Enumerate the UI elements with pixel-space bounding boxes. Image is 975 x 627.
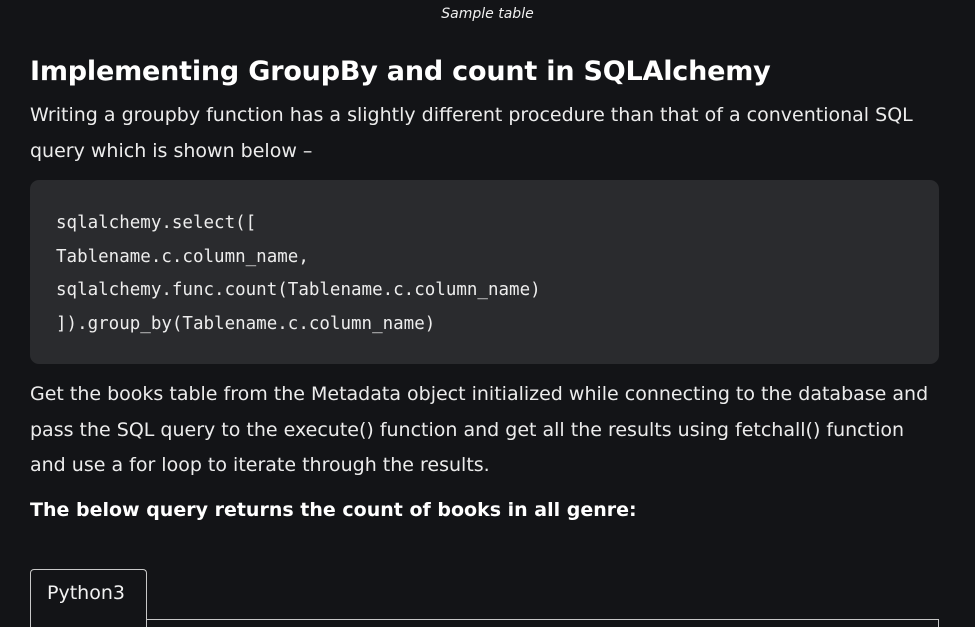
intro-paragraph: Writing a groupby function has a slightl…: [30, 104, 913, 162]
code-line: sqlalchemy.select([: [56, 213, 257, 233]
body-paragraph: Get the books table from the Metadata ob…: [30, 383, 929, 476]
table-caption: Sample table: [441, 6, 534, 22]
article-page: Sample table Implementing GroupBy and co…: [0, 0, 975, 627]
code-line: ]).group_by(Tablename.c.column_name): [56, 313, 436, 334]
section-heading: Implementing GroupBy and count in SQLAlc…: [30, 56, 771, 87]
tab-python3[interactable]: Python3: [30, 569, 147, 627]
code-block[interactable]: sqlalchemy.select([ Tablename.c.column_n…: [30, 180, 939, 364]
tab-panel-border: [30, 620, 31, 627]
tab-bar-divider: [147, 619, 939, 620]
code-line: sqlalchemy.func.count(Tablename.c.column…: [56, 280, 541, 300]
tab-panel-border: [938, 620, 939, 627]
query-note: The below query returns the count of boo…: [30, 499, 637, 521]
code-line: Tablename.c.column_name,: [56, 246, 309, 267]
